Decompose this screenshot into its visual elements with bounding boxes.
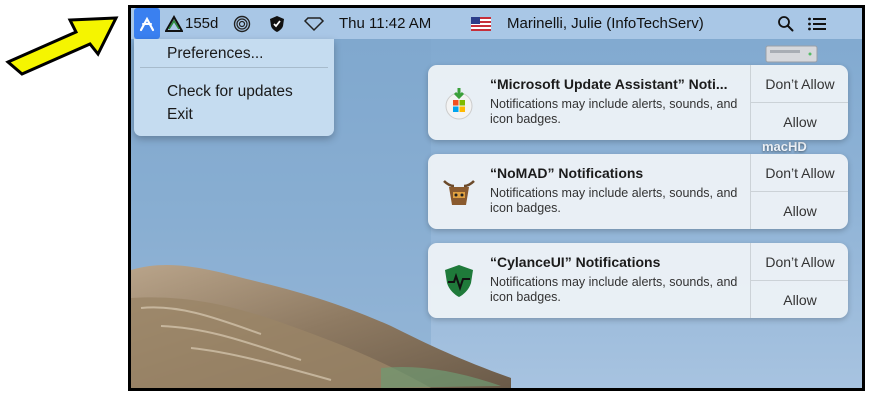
- notification-microsoft-update: “Microsoft Update Assistant” Noti... Not…: [428, 65, 848, 140]
- notification-title: “NoMAD” Notifications: [490, 165, 644, 181]
- notification-buttons: Don’t Allow Allow: [750, 154, 848, 229]
- allow-button[interactable]: Allow: [751, 281, 848, 318]
- notification-nomad: “NoMAD” Notifications Notifications may …: [428, 154, 848, 229]
- app-menu-icon[interactable]: [134, 8, 160, 39]
- input-source-menu[interactable]: [471, 8, 491, 39]
- microsoft-update-icon: [445, 88, 473, 120]
- dont-allow-button[interactable]: Don’t Allow: [751, 154, 848, 192]
- screen-frame: macHD 155d Thu 11:42 AM Marinelli, Julie…: [128, 5, 865, 391]
- nomad-icon: [443, 180, 475, 205]
- fingerprint-menu[interactable]: [233, 8, 251, 39]
- allow-button[interactable]: Allow: [751, 192, 848, 229]
- app-dropdown-menu: Preferences... Check for updates Exit: [134, 39, 334, 136]
- days-counter: 155d: [185, 15, 219, 32]
- menu-item-preferences[interactable]: Preferences...: [167, 45, 264, 63]
- dont-allow-button[interactable]: Don’t Allow: [751, 65, 848, 103]
- shield-menu[interactable]: [268, 8, 286, 39]
- shield-icon: [270, 15, 284, 32]
- user-menu[interactable]: Marinelli, Julie (InfoTechServ): [507, 8, 704, 39]
- notification-center-button[interactable]: [807, 8, 827, 39]
- dont-allow-button[interactable]: Don’t Allow: [751, 243, 848, 281]
- triangle-alert-icon: [165, 14, 183, 32]
- allow-button[interactable]: Allow: [751, 103, 848, 140]
- yellow-arrow-icon: [5, 16, 119, 76]
- arrow-swirl-icon: [139, 16, 155, 31]
- notification-buttons: Don’t Allow Allow: [750, 65, 848, 140]
- notification-title: “CylanceUI” Notifications: [490, 254, 661, 270]
- clock[interactable]: Thu 11:42 AM: [339, 8, 431, 39]
- menu-item-check-updates[interactable]: Check for updates: [167, 83, 293, 101]
- network-menu[interactable]: [303, 8, 325, 39]
- hard-drive-icon[interactable]: [764, 42, 819, 66]
- notification-buttons: Don’t Allow Allow: [750, 243, 848, 318]
- fingerprint-icon: [233, 15, 251, 32]
- list-icon: [808, 17, 826, 30]
- cylance-icon: [445, 265, 473, 297]
- menu-item-exit[interactable]: Exit: [167, 106, 193, 124]
- notification-body: Notifications may include alerts, sounds…: [490, 275, 738, 304]
- status-item-days[interactable]: 155d: [165, 8, 218, 39]
- menu-separator: [140, 67, 328, 68]
- drive-label[interactable]: macHD: [762, 139, 807, 154]
- notification-cylance: “CylanceUI” Notifications Notifications …: [428, 243, 848, 318]
- notification-body: Notifications may include alerts, sounds…: [490, 186, 738, 215]
- notification-title: “Microsoft Update Assistant” Noti...: [490, 76, 728, 92]
- us-flag-icon: [471, 16, 491, 31]
- notification-body: Notifications may include alerts, sounds…: [490, 97, 738, 126]
- spotlight-button[interactable]: [777, 8, 794, 39]
- menu-bar: 155d Thu 11:42 AM Marinelli, Julie (Info…: [131, 8, 862, 39]
- wifi-diamond-icon: [303, 16, 325, 31]
- search-icon: [778, 16, 794, 32]
